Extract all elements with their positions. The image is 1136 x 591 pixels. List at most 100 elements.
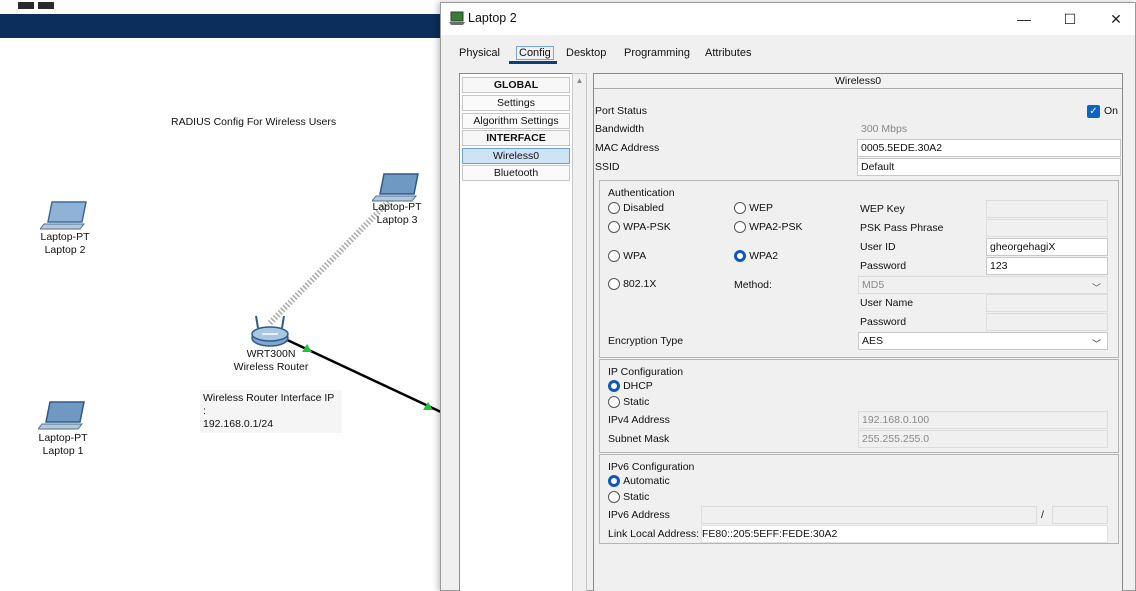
minimize-button[interactable]: — xyxy=(1001,3,1047,35)
dialog-tabs: Physical Config Desktop Programming Attr… xyxy=(441,36,1135,66)
radio-icon xyxy=(734,221,746,234)
workspace-caption: RADIUS Config For Wireless Users xyxy=(171,116,337,128)
ip-option-static[interactable]: Static xyxy=(608,396,649,409)
close-button[interactable]: ✕ xyxy=(1093,3,1136,35)
logical-workspace[interactable]: RADIUS Config For Wireless Users Laptop-… xyxy=(0,38,441,591)
ip-option-dhcp[interactable]: DHCP xyxy=(608,380,653,393)
bandwidth-label: Bandwidth xyxy=(595,123,645,135)
laptop-icon xyxy=(36,401,85,430)
encryption-type-label: Encryption Type xyxy=(608,335,684,347)
password-field[interactable]: 123 xyxy=(986,257,1108,275)
auth-option-8021x[interactable]: 802.1X xyxy=(608,278,656,291)
workspace-header-bar xyxy=(0,14,441,38)
device-laptop3[interactable] xyxy=(370,170,424,205)
device-label: WRT300N Wireless Router xyxy=(233,348,309,373)
user-id-label: User ID xyxy=(860,241,896,253)
radio-icon xyxy=(734,202,746,215)
port-status-label: Port Status xyxy=(595,105,647,117)
radio-icon xyxy=(608,221,620,234)
sidebar-item-algorithm-settings[interactable]: Algorithm Settings xyxy=(462,113,570,129)
scroll-up-icon[interactable]: ▲ xyxy=(573,74,586,88)
ipv4-address-label: IPv4 Address xyxy=(608,414,670,426)
wireless-config-panel: Wireless0 Port Status ✓ On Bandwidth 300… xyxy=(593,73,1123,591)
radius-password-label: Password xyxy=(860,316,907,328)
ip-configuration-group: IP Configuration DHCP Static IPv4 Addres… xyxy=(599,359,1119,453)
sidebar-scrollbar[interactable]: ▲ xyxy=(572,73,587,591)
device-laptop2[interactable] xyxy=(38,198,92,233)
device-label: Laptop-PT Laptop 2 xyxy=(40,231,90,256)
ipv6-configuration-title: IPv6 Configuration xyxy=(608,461,695,473)
wireless-router-icon xyxy=(251,315,289,347)
toolbar-icons[interactable] xyxy=(18,0,68,9)
authentication-title: Authentication xyxy=(608,187,675,199)
ipv6-configuration-group: IPv6 Configuration Automatic Static IPv6… xyxy=(599,454,1119,544)
ssid-field[interactable]: Default xyxy=(857,158,1121,176)
wep-key-label: WEP Key xyxy=(860,203,905,215)
password-label: Password xyxy=(860,260,907,272)
ipv4-address-field[interactable]: 192.168.0.100 xyxy=(858,411,1108,429)
psk-pass-phrase-label: PSK Pass Phrase xyxy=(860,222,944,234)
maximize-button[interactable]: ☐ xyxy=(1047,3,1093,35)
psk-pass-phrase-field[interactable] xyxy=(986,219,1108,237)
sidebar-item-settings[interactable]: Settings xyxy=(462,95,570,111)
device-label: Laptop-PT Laptop 1 xyxy=(38,432,88,457)
authentication-group: Authentication Disabled WEP WPA-PSK WPA2… xyxy=(599,180,1119,358)
auth-option-wpa2[interactable]: WPA2 xyxy=(734,250,778,263)
ipv6-option-automatic[interactable]: Automatic xyxy=(608,475,670,488)
user-name-field[interactable] xyxy=(986,294,1108,312)
radio-selected-icon xyxy=(734,250,746,263)
chevron-down-icon: ﹀ xyxy=(1091,339,1101,349)
laptop-icon xyxy=(38,201,87,230)
active-tab-indicator xyxy=(509,61,557,64)
device-label: Laptop-PT Laptop 3 xyxy=(372,201,422,226)
device-config-dialog: Laptop 2 — ☐ ✕ Physical Config Desktop P… xyxy=(440,2,1136,591)
method-select[interactable]: MD5 ﹀ xyxy=(858,276,1108,294)
user-id-field[interactable]: gheorgehagiX xyxy=(986,238,1108,256)
dialog-titlebar[interactable]: Laptop 2 — ☐ ✕ xyxy=(441,3,1135,35)
sidebar-item-wireless0[interactable]: Wireless0 xyxy=(462,148,570,164)
auth-option-wpa-psk[interactable]: WPA-PSK xyxy=(608,221,671,234)
tab-programming[interactable]: Programming xyxy=(624,47,690,59)
user-name-label: User Name xyxy=(860,297,914,309)
subnet-mask-label: Subnet Mask xyxy=(608,433,670,445)
subnet-mask-field[interactable]: 255.255.255.0 xyxy=(858,430,1108,448)
ipv6-address-label: IPv6 Address xyxy=(608,509,670,521)
auth-option-wpa[interactable]: WPA xyxy=(608,250,646,263)
device-router[interactable] xyxy=(248,312,292,351)
dialog-title: Laptop 2 xyxy=(468,11,517,25)
radio-icon xyxy=(608,396,620,409)
sidebar-item-bluetooth[interactable]: Bluetooth xyxy=(462,165,570,181)
ssid-label: SSID xyxy=(595,161,620,173)
sidebar-header-interface: INTERFACE xyxy=(462,130,570,146)
ipv6-prefix-field[interactable] xyxy=(1052,506,1108,524)
panel-header: Wireless0 xyxy=(594,74,1122,89)
port-status-checkbox[interactable]: ✓ xyxy=(1087,105,1100,118)
radio-icon xyxy=(608,250,620,263)
tab-physical[interactable]: Physical xyxy=(459,47,500,59)
tab-attributes[interactable]: Attributes xyxy=(705,47,751,59)
ip-configuration-title: IP Configuration xyxy=(608,366,684,378)
tab-desktop[interactable]: Desktop xyxy=(566,47,606,59)
ipv6-address-field[interactable] xyxy=(701,506,1037,524)
auth-option-wpa2-psk[interactable]: WPA2-PSK xyxy=(734,221,803,234)
bandwidth-value: 300 Mbps xyxy=(861,123,908,135)
wep-key-field[interactable] xyxy=(986,200,1108,218)
device-laptop1[interactable] xyxy=(36,398,90,433)
router-note[interactable]: Wireless Router Interface IP :192.168.0.… xyxy=(200,390,342,433)
tab-config[interactable]: Config xyxy=(516,46,554,60)
radio-icon xyxy=(608,278,620,291)
link-local-address-field[interactable]: FE80::205:5EFF:FEDE:30A2 xyxy=(701,525,1108,543)
radio-selected-icon xyxy=(608,380,620,393)
port-status-value: On xyxy=(1104,105,1119,117)
encryption-type-select[interactable]: AES ﹀ xyxy=(858,332,1108,350)
laptop-app-icon xyxy=(449,11,465,25)
radius-password-field[interactable] xyxy=(986,313,1108,331)
sidebar-header-global: GLOBAL xyxy=(462,77,570,93)
radio-selected-icon xyxy=(608,475,620,488)
ipv6-option-static[interactable]: Static xyxy=(608,491,649,504)
mac-address-field[interactable]: 0005.5EDE.30A2 xyxy=(857,139,1121,157)
auth-option-wep[interactable]: WEP xyxy=(734,202,773,215)
radio-icon xyxy=(608,491,620,504)
auth-option-disabled[interactable]: Disabled xyxy=(608,202,664,215)
mac-address-label: MAC Address xyxy=(595,142,660,154)
